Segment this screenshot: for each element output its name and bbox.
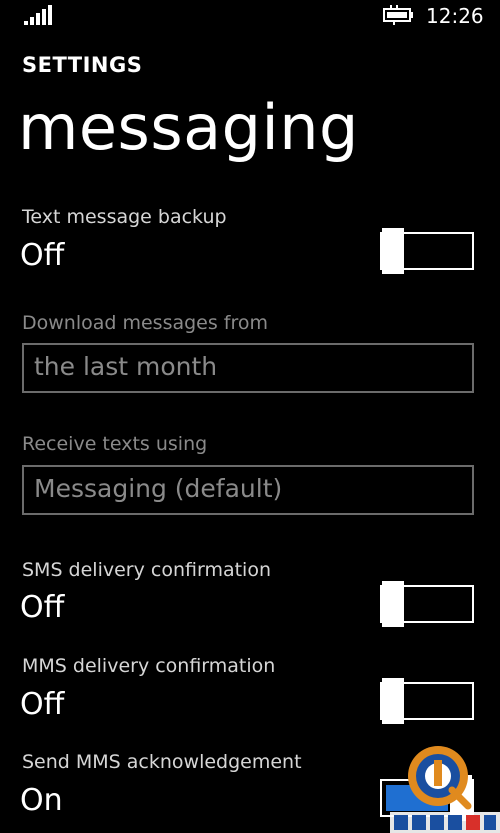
text-backup-label: Text message backup — [22, 206, 227, 228]
mms-ack-label: Send MMS acknowledgement — [22, 751, 302, 773]
watermark-logo — [390, 746, 500, 833]
text-backup-value: Off — [20, 238, 65, 273]
toggle-thumb — [382, 228, 404, 274]
mms-confirm-value: Off — [20, 687, 65, 722]
mms-confirm-toggle[interactable] — [380, 678, 474, 724]
sms-confirm-toggle[interactable] — [380, 581, 474, 627]
download-from-picker[interactable]: the last month — [22, 343, 474, 393]
battery-charging-icon — [383, 5, 413, 25]
clock: 12:26 — [426, 4, 484, 28]
signal-strength-icon — [24, 5, 54, 25]
sms-confirm-value: Off — [20, 590, 65, 625]
page-title: messaging — [18, 91, 359, 164]
text-backup-toggle[interactable] — [380, 228, 474, 274]
receive-using-value: Messaging (default) — [34, 474, 283, 503]
receive-using-label: Receive texts using — [22, 433, 208, 455]
app-title: SETTINGS — [22, 53, 143, 77]
status-bar: 12:26 — [0, 0, 500, 34]
toggle-thumb — [382, 581, 404, 627]
download-from-label: Download messages from — [22, 312, 269, 334]
mms-ack-value: On — [20, 783, 63, 818]
receive-using-picker[interactable]: Messaging (default) — [22, 465, 474, 515]
toggle-thumb — [382, 678, 404, 724]
download-from-value: the last month — [34, 352, 218, 381]
mms-confirm-label: MMS delivery confirmation — [22, 655, 276, 677]
sms-confirm-label: SMS delivery confirmation — [22, 559, 271, 581]
